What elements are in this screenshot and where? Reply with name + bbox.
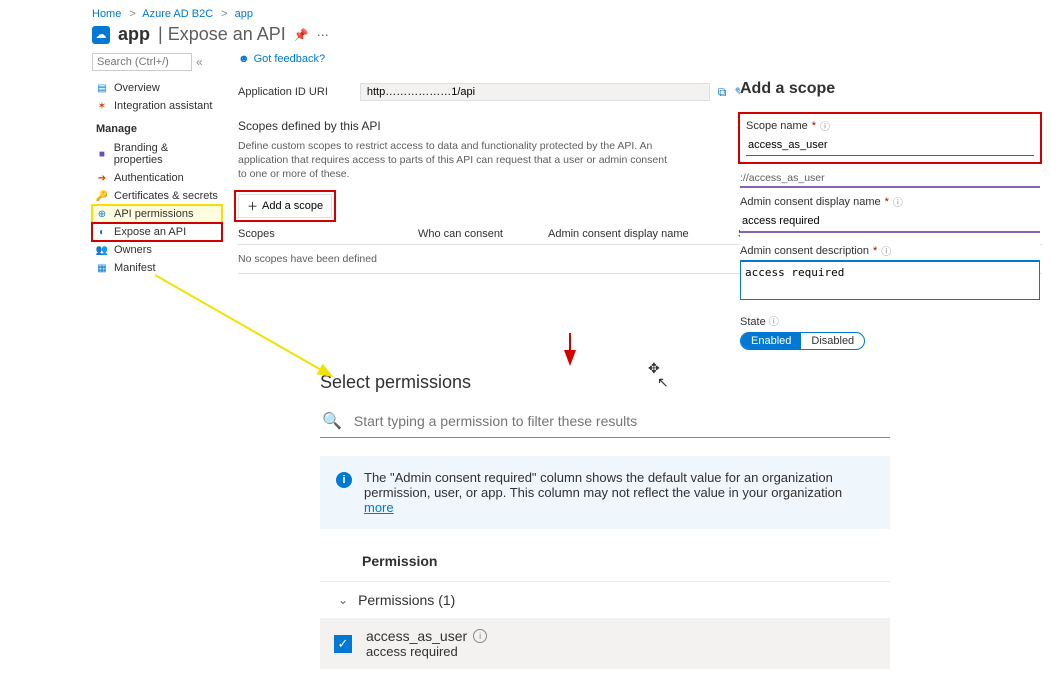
search-icon: 🔍 <box>322 411 342 431</box>
plus-icon: ＋ <box>247 198 258 214</box>
info-icon[interactable]: ⓘ <box>820 118 830 133</box>
select-permissions-panel: Select permissions 🔍 i The "Admin consen… <box>320 372 890 669</box>
more-icon[interactable]: ⋯ <box>317 28 329 42</box>
add-scope-button[interactable]: ＋Add a scope <box>238 194 332 218</box>
sidebar-item-expose-api[interactable]: ◐Expose an API <box>92 223 222 241</box>
scope-name-input[interactable] <box>746 135 1034 156</box>
description-input[interactable]: access required <box>740 260 1040 300</box>
select-permissions-title: Select permissions <box>320 372 890 393</box>
learn-more-link[interactable]: more <box>364 500 394 515</box>
copy-icon[interactable]: ⧉ <box>718 85 727 100</box>
sidebar-item-api-permissions[interactable]: ⊕API permissions <box>92 205 222 223</box>
state-toggle[interactable]: Enabled Disabled <box>740 332 865 350</box>
permission-item-name: access_as_useri <box>366 628 487 644</box>
sidebar-item-certificates[interactable]: 🔑Certificates & secrets <box>92 187 222 205</box>
sidebar-item-owners[interactable]: 👥Owners <box>92 241 222 259</box>
permission-checkbox[interactable]: ✓ <box>334 635 352 653</box>
display-name-label: Admin consent display name <box>740 196 881 208</box>
app-icon: ☁ <box>92 26 110 44</box>
permission-group-row[interactable]: ⌄ Permissions (1) <box>320 581 890 618</box>
collapse-sidebar-icon[interactable]: « <box>196 55 203 69</box>
breadcrumb-b2c[interactable]: Azure AD B2C <box>142 8 213 20</box>
search-input[interactable] <box>92 53 192 71</box>
sidebar-section-manage: Manage <box>92 115 222 139</box>
sidebar-item-branding[interactable]: ■Branding & properties <box>92 139 222 169</box>
info-icon[interactable]: i <box>473 629 487 643</box>
page-subtitle: | Expose an API <box>158 24 286 45</box>
info-icon[interactable]: ⓘ <box>769 317 779 328</box>
permission-item-desc: access required <box>366 644 487 659</box>
page-title: app <box>118 24 150 45</box>
sidebar-item-manifest[interactable]: ▦Manifest <box>92 259 222 277</box>
permission-item-row[interactable]: ✓ access_as_useri access required <box>320 618 890 669</box>
permission-search-input[interactable] <box>352 412 888 430</box>
scope-name-label: Scope name <box>746 120 808 132</box>
scope-full-uri: ://access_as_user <box>740 172 1040 188</box>
breadcrumb-app[interactable]: app <box>235 8 253 20</box>
app-id-input[interactable] <box>360 83 710 101</box>
chevron-down-icon: ⌄ <box>338 593 348 607</box>
sidebar: « ▤Overview ✶Integration assistant Manag… <box>92 53 222 277</box>
display-name-input[interactable] <box>740 211 1040 233</box>
state-enabled[interactable]: Enabled <box>741 333 801 349</box>
pin-icon[interactable]: 📌 <box>294 28 309 42</box>
annotation-arrow-red <box>555 330 595 370</box>
feedback-icon: ☻ <box>238 53 250 65</box>
permission-column-header: Permission <box>320 553 890 581</box>
panel-title: Add a scope <box>740 80 1040 98</box>
scopes-section-desc: Define custom scopes to restrict access … <box>238 139 678 182</box>
app-id-label: Application ID URI <box>238 86 328 98</box>
add-scope-panel: Add a scope Scope name*ⓘ ://access_as_us… <box>740 80 1040 350</box>
feedback-link[interactable]: ☻Got feedback? <box>238 53 1042 65</box>
page-title-row: ☁ app | Expose an API 📌 ⋯ <box>0 24 1050 53</box>
info-icon[interactable]: ⓘ <box>893 194 903 209</box>
info-icon: i <box>336 472 352 488</box>
sidebar-item-overview[interactable]: ▤Overview <box>92 79 222 97</box>
state-label: State <box>740 316 766 328</box>
breadcrumb-home[interactable]: Home <box>92 8 121 20</box>
state-disabled[interactable]: Disabled <box>801 333 864 349</box>
sidebar-item-integration[interactable]: ✶Integration assistant <box>92 97 222 115</box>
breadcrumb: Home> Azure AD B2C> app <box>0 0 1050 24</box>
sidebar-item-authentication[interactable]: ➔Authentication <box>92 169 222 187</box>
info-icon[interactable]: ⓘ <box>881 243 891 258</box>
permission-info-box: i The "Admin consent required" column sh… <box>320 456 890 529</box>
description-label: Admin consent description <box>740 245 869 257</box>
